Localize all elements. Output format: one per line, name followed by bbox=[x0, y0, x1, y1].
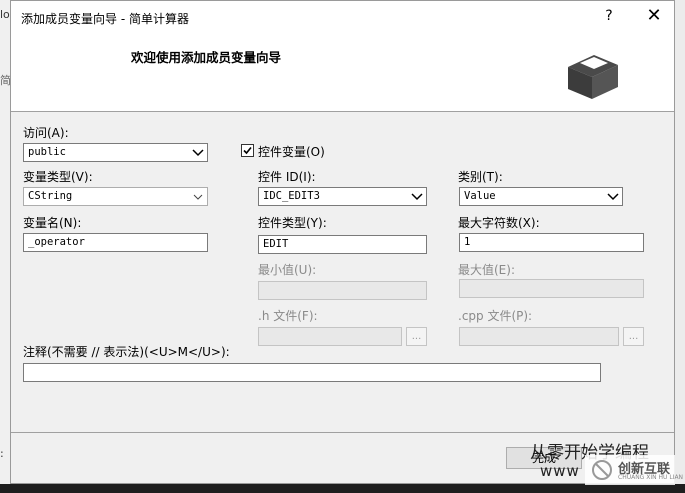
cpp-file-browse-button[interactable]: ... bbox=[623, 327, 644, 346]
control-id-label: 控件 ID(I): bbox=[258, 170, 316, 184]
control-variable-label: 控件变量(O) bbox=[258, 145, 325, 159]
chevron-down-icon bbox=[192, 149, 204, 157]
cpp-file-input[interactable] bbox=[459, 327, 619, 346]
min-value-input[interactable] bbox=[258, 281, 427, 300]
background-text: lo bbox=[0, 8, 10, 21]
control-id-select[interactable]: IDC_EDIT3 bbox=[258, 187, 427, 206]
help-button[interactable]: ? bbox=[601, 8, 617, 26]
control-variable-checkbox[interactable] bbox=[241, 144, 254, 157]
max-chars-input[interactable]: 1 bbox=[459, 233, 644, 252]
comment-input[interactable] bbox=[23, 363, 601, 382]
chevron-down-icon bbox=[607, 193, 619, 201]
h-file-browse-button[interactable]: ... bbox=[406, 327, 427, 346]
variable-name-label: 变量名(N): bbox=[23, 216, 82, 230]
variable-name-input[interactable]: _operator bbox=[23, 233, 208, 252]
background-text: : bbox=[0, 447, 4, 460]
category-label: 类别(T): bbox=[458, 170, 503, 184]
background-app-right bbox=[675, 0, 685, 493]
access-select[interactable]: public bbox=[23, 143, 208, 162]
control-type-label: 控件类型(Y): bbox=[258, 216, 327, 230]
comment-label: 注释(不需要 // 表示法)(<U>M</U>): bbox=[23, 345, 230, 359]
access-label: 访问(A): bbox=[23, 126, 69, 140]
dialog-titlebar: 添加成员变量向导 - 简单计算器 ? ✕ bbox=[11, 1, 674, 33]
control-type-input[interactable]: EDIT bbox=[258, 235, 427, 254]
wizard-box-icon bbox=[568, 55, 618, 99]
h-file-input[interactable] bbox=[258, 327, 402, 346]
max-chars-label: 最大字符数(X): bbox=[458, 216, 540, 230]
access-value: public bbox=[28, 146, 66, 158]
dialog-title: 添加成员变量向导 - 简单计算器 bbox=[21, 12, 189, 26]
close-button[interactable]: ✕ bbox=[643, 5, 665, 27]
max-value-label: 最大值(E): bbox=[458, 263, 515, 277]
add-member-variable-dialog: 添加成员变量向导 - 简单计算器 ? ✕ 欢迎使用添加成员变量向导 访问(A):… bbox=[10, 0, 675, 484]
wizard-header: 欢迎使用添加成员变量向导 bbox=[11, 33, 674, 112]
variable-type-combo[interactable]: CString bbox=[23, 187, 208, 206]
control-id-value: IDC_EDIT3 bbox=[263, 190, 320, 202]
variable-type-value: CString bbox=[28, 190, 73, 202]
max-value-input[interactable] bbox=[459, 279, 644, 298]
chevron-down-icon bbox=[411, 193, 423, 201]
footer-separator bbox=[11, 432, 674, 433]
h-file-label: .h 文件(F): bbox=[258, 309, 318, 323]
watermark-url: www bbox=[540, 462, 580, 480]
background-taskbar bbox=[0, 484, 685, 493]
check-icon bbox=[243, 146, 252, 155]
variable-type-label: 变量类型(V): bbox=[23, 170, 93, 184]
watermark-logo-icon bbox=[592, 460, 612, 480]
watermark-logo-subtext: CHUANG XIN HU LIAN bbox=[618, 474, 684, 481]
min-value-label: 最小值(U): bbox=[258, 263, 317, 277]
chevron-down-icon bbox=[193, 194, 203, 200]
category-value: Value bbox=[464, 190, 496, 202]
wizard-title: 欢迎使用添加成员变量向导 bbox=[131, 50, 282, 65]
category-select[interactable]: Value bbox=[459, 187, 623, 206]
cpp-file-label: .cpp 文件(P): bbox=[458, 309, 533, 323]
